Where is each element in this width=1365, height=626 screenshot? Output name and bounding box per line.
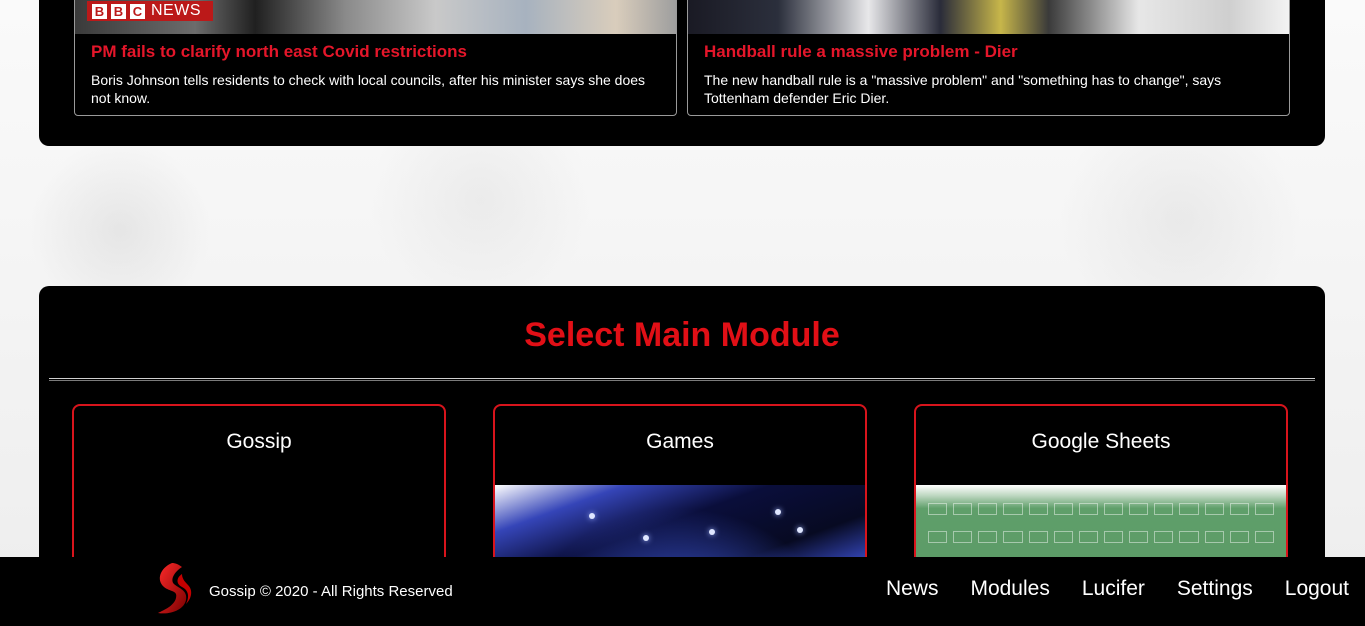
sheet-cell bbox=[1129, 503, 1149, 515]
news-title[interactable]: Handball rule a massive problem - Dier bbox=[704, 42, 1018, 62]
nav-link-modules[interactable]: Modules bbox=[970, 577, 1049, 601]
sheet-cell bbox=[1028, 503, 1048, 515]
module-card-title: Gossip bbox=[226, 430, 292, 453]
sheet-cell bbox=[1179, 503, 1199, 515]
module-card-title: Google Sheets bbox=[1031, 430, 1171, 453]
nav-link-lucifer[interactable]: Lucifer bbox=[1082, 577, 1145, 601]
sheet-cell bbox=[1028, 531, 1048, 543]
footer: Gossip © 2020 - All Rights Reserved News… bbox=[0, 557, 1365, 626]
sheet-cell bbox=[1053, 531, 1073, 543]
sheet-cell bbox=[1103, 531, 1124, 543]
sheet-cell bbox=[1229, 531, 1249, 543]
module-card-title: Games bbox=[646, 430, 714, 453]
sheet-cell bbox=[1229, 503, 1249, 515]
sheet-cell bbox=[1103, 503, 1124, 515]
sheet-cell bbox=[1204, 531, 1224, 543]
sheet-cell bbox=[1204, 503, 1224, 515]
sheet-cell bbox=[1254, 503, 1274, 515]
bbc-news-logo: B B C NEWS bbox=[87, 1, 213, 21]
sheet-cell bbox=[1179, 531, 1199, 543]
sheet-cell bbox=[1129, 531, 1149, 543]
news-title[interactable]: PM fails to clarify north east Covid res… bbox=[91, 42, 467, 62]
stadium-light bbox=[589, 513, 595, 519]
bbc-logo-letter: C bbox=[130, 3, 145, 19]
sheet-cell bbox=[1053, 503, 1073, 515]
nav-link-news[interactable]: News bbox=[886, 577, 939, 601]
module-heading: Select Main Module bbox=[524, 316, 840, 354]
sheet-cell bbox=[928, 503, 948, 515]
stadium-light bbox=[709, 529, 715, 535]
sheet-cell bbox=[978, 531, 998, 543]
divider bbox=[49, 378, 1315, 381]
sheet-cell bbox=[953, 531, 973, 543]
news-card[interactable]: B B C NEWS PM fails to clarify north eas… bbox=[74, 0, 677, 116]
spreadsheet-grid-graphic bbox=[928, 503, 1274, 553]
nav-link-logout[interactable]: Logout bbox=[1285, 577, 1349, 601]
news-card[interactable]: Handball rule a massive problem - Dier T… bbox=[687, 0, 1290, 116]
sheet-cell bbox=[978, 503, 998, 515]
bbc-logo-word: NEWS bbox=[151, 2, 201, 19]
footer-nav: News Modules Lucifer Settings Logout bbox=[886, 577, 1349, 601]
sheet-cell bbox=[1254, 531, 1274, 543]
module-panel: Select Main Module Gossip Games Google S… bbox=[39, 286, 1325, 586]
stadium-light bbox=[775, 509, 781, 515]
sheet-cell bbox=[1078, 531, 1098, 543]
sheet-cell bbox=[928, 531, 948, 543]
bbc-logo-letter: B bbox=[111, 3, 126, 19]
stadium-light bbox=[797, 527, 803, 533]
sheet-cell bbox=[1003, 531, 1023, 543]
sheet-cell bbox=[1154, 531, 1174, 543]
sheet-cell bbox=[1078, 503, 1098, 515]
news-description: The new handball rule is a "massive prob… bbox=[704, 72, 1222, 106]
bbc-logo-letter: B bbox=[92, 3, 107, 19]
sheet-cell bbox=[1154, 503, 1174, 515]
news-panel: B B C NEWS PM fails to clarify north eas… bbox=[39, 0, 1325, 146]
sheet-cell bbox=[953, 503, 973, 515]
copyright-text: Gossip © 2020 - All Rights Reserved bbox=[209, 583, 453, 600]
news-image bbox=[688, 0, 1289, 34]
gossip-logo-icon bbox=[158, 563, 192, 614]
news-image: B B C NEWS bbox=[75, 0, 676, 34]
news-description: Boris Johnson tells residents to check w… bbox=[91, 72, 646, 106]
sheet-cell bbox=[1003, 503, 1023, 515]
nav-link-settings[interactable]: Settings bbox=[1177, 577, 1253, 601]
stadium-light bbox=[643, 535, 649, 541]
